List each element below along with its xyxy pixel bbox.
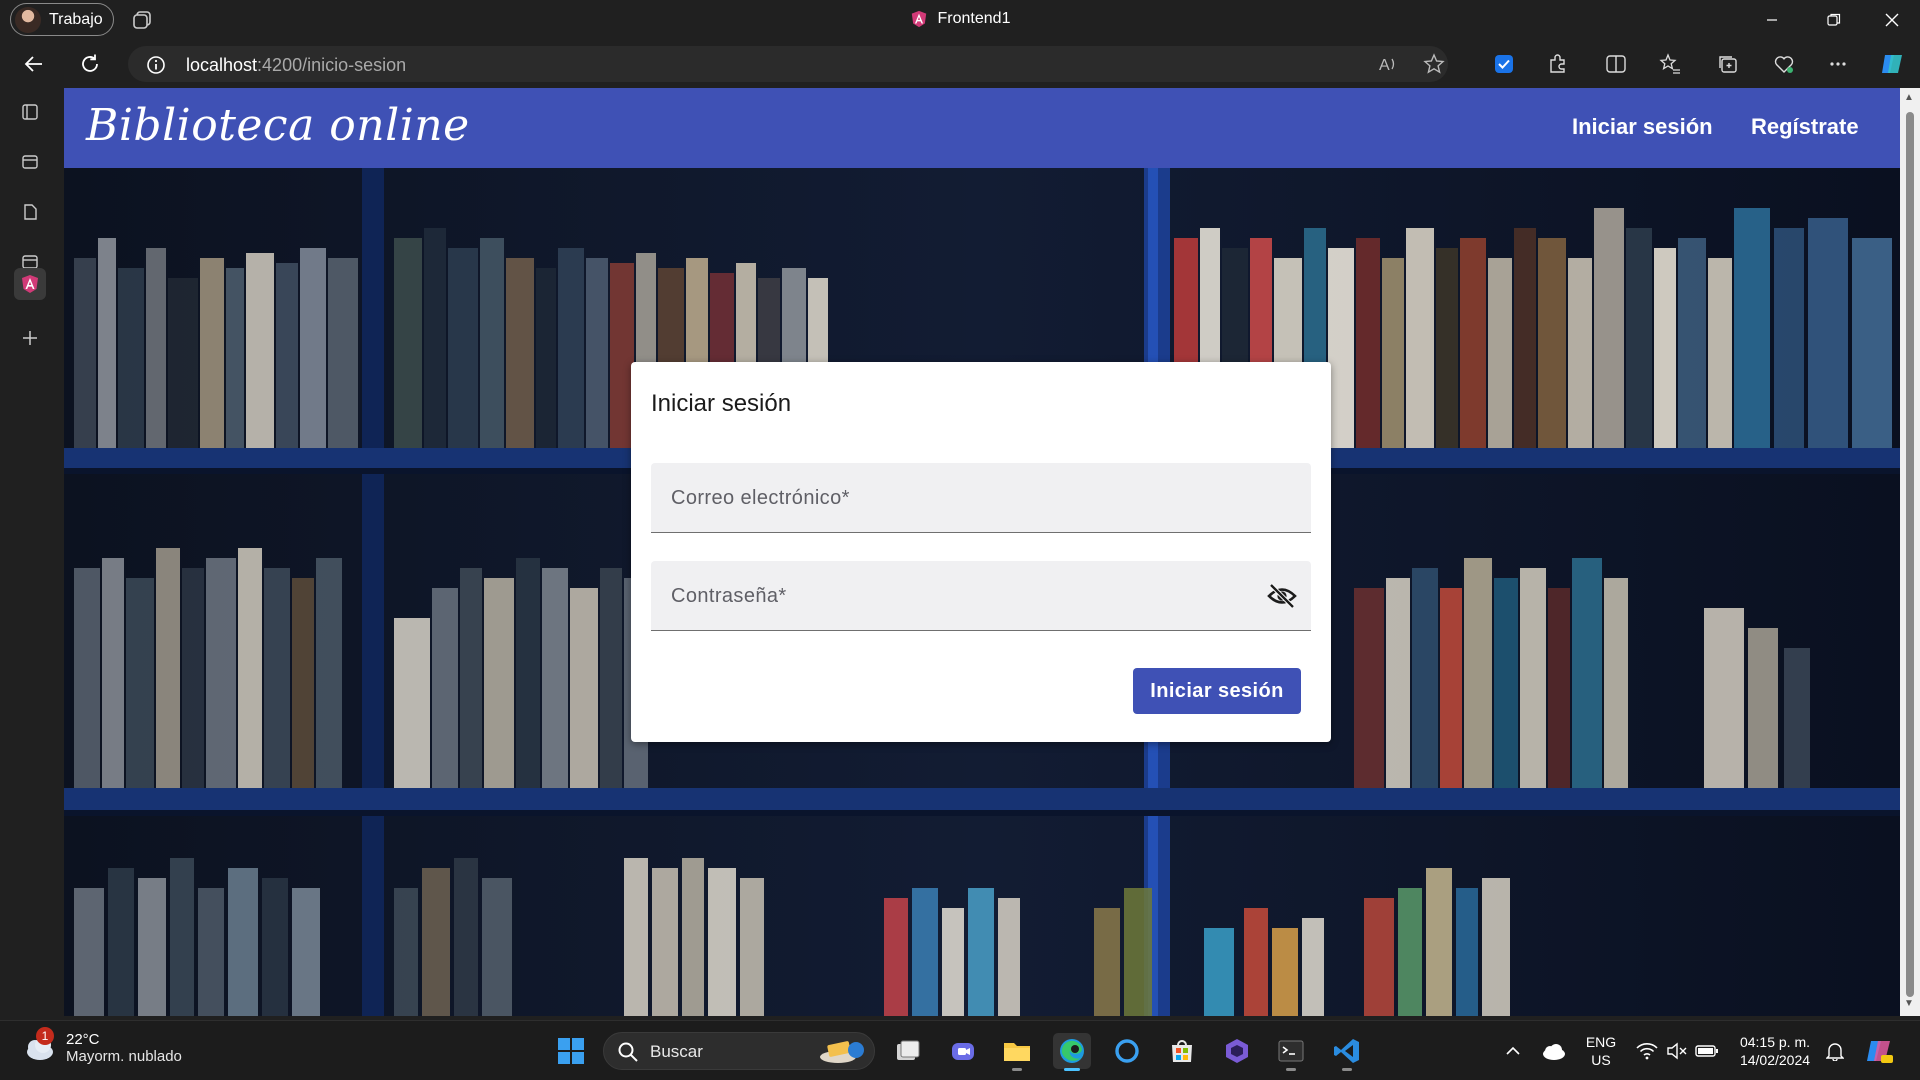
browser-title-bar: Trabajo Frontend1: [0, 0, 1920, 40]
nav-register-link[interactable]: Regístrate: [1751, 114, 1859, 140]
onedrive-icon[interactable]: [1534, 1033, 1572, 1069]
browser-essentials-icon[interactable]: [1768, 48, 1800, 80]
page-viewport: Biblioteca online Iniciar sesión Regístr…: [64, 88, 1900, 1016]
clock[interactable]: 04:15 p. m. 14/02/2024: [1728, 1033, 1822, 1069]
favorite-star-icon[interactable]: [1418, 48, 1450, 80]
edge-icon: [1060, 1039, 1084, 1063]
search-label: Buscar: [650, 1042, 703, 1061]
email-input[interactable]: [671, 483, 1231, 513]
svg-text:A: A: [1379, 57, 1390, 74]
login-title: Iniciar sesión: [651, 390, 792, 417]
taskbar-search[interactable]: Buscar: [603, 1032, 875, 1070]
back-button[interactable]: [18, 48, 50, 80]
minimize-button[interactable]: [1744, 0, 1800, 40]
teams-meet-button[interactable]: [944, 1033, 982, 1069]
password-field[interactable]: [651, 561, 1311, 631]
search-highlight-icon: [820, 1041, 864, 1063]
tab-document-icon[interactable]: [14, 196, 46, 228]
login-submit-button[interactable]: Iniciar sesión: [1133, 668, 1301, 714]
site-info-icon[interactable]: [146, 55, 166, 75]
visibility-off-icon[interactable]: [1267, 583, 1297, 609]
start-button[interactable]: [552, 1033, 590, 1069]
notifications-bell-icon[interactable]: [1816, 1033, 1854, 1069]
tray-overflow-chevron-icon[interactable]: [1494, 1033, 1532, 1069]
edge-button[interactable]: [1053, 1033, 1091, 1071]
copilot-icon[interactable]: [1876, 48, 1908, 80]
windows-icon: [558, 1038, 584, 1064]
weather-temp: 22°C: [66, 1031, 100, 1048]
notification-badge: 1: [36, 1027, 54, 1045]
language-indicator[interactable]: ENG US: [1580, 1033, 1622, 1069]
extension-check-icon[interactable]: [1488, 48, 1520, 80]
more-menu-icon[interactable]: [1822, 48, 1854, 80]
store-button[interactable]: [1163, 1033, 1201, 1069]
app-header: Biblioteca online Iniciar sesión Regístr…: [64, 88, 1900, 168]
browser-toolbar: localhost:4200/inicio-sesion A: [0, 40, 1920, 88]
split-screen-icon[interactable]: [1600, 48, 1632, 80]
brand-logo[interactable]: Biblioteca online: [86, 100, 470, 151]
file-explorer-button[interactable]: [998, 1033, 1036, 1071]
scroll-up-icon[interactable]: ▲: [1904, 92, 1914, 103]
nav-login-link[interactable]: Iniciar sesión: [1572, 114, 1713, 140]
terminal-button[interactable]: [1272, 1033, 1310, 1071]
collections-icon[interactable]: [1712, 48, 1744, 80]
copilot-taskbar-icon[interactable]: [1860, 1033, 1898, 1069]
angular-icon: [911, 10, 926, 28]
address-bar[interactable]: localhost:4200/inicio-sesion A: [128, 46, 1448, 82]
scroll-down-icon[interactable]: ▼: [1904, 998, 1914, 1009]
cortana-button[interactable]: [1108, 1033, 1146, 1069]
tab-angular-active[interactable]: [14, 268, 46, 300]
vscode-button[interactable]: [1328, 1033, 1366, 1071]
extensions-icon[interactable]: [1542, 48, 1574, 80]
email-field[interactable]: [651, 463, 1311, 533]
battery-icon[interactable]: [1688, 1033, 1726, 1069]
page-scrollbar[interactable]: ▲ ▼: [1900, 88, 1920, 1016]
tab-page-icon[interactable]: [14, 146, 46, 178]
refresh-button[interactable]: [74, 48, 106, 80]
task-view-button[interactable]: [889, 1033, 927, 1069]
url-text: localhost:4200/inicio-sesion: [186, 55, 407, 75]
search-icon: [618, 1042, 638, 1062]
favorites-icon[interactable]: [1654, 48, 1686, 80]
login-card: Iniciar sesión Iniciar sesión: [631, 362, 1331, 742]
tab-actions-icon[interactable]: [14, 96, 46, 128]
window-title: Frontend1: [0, 10, 1920, 28]
restore-button[interactable]: [1806, 0, 1862, 40]
weather-desc: Mayorm. nublado: [66, 1048, 182, 1065]
close-button[interactable]: [1864, 0, 1920, 40]
read-aloud-icon[interactable]: A: [1372, 48, 1404, 80]
windows-taskbar: 22°C Mayorm. nublado 1 Buscar ENG US 04:…: [0, 1020, 1920, 1080]
new-tab-icon[interactable]: [14, 322, 46, 354]
angular-icon: [22, 275, 38, 293]
scrollbar-thumb[interactable]: [1906, 112, 1914, 997]
password-input[interactable]: [671, 581, 1231, 611]
vertical-tabs-sidebar: [0, 88, 60, 1020]
visual-studio-button[interactable]: [1218, 1033, 1256, 1069]
